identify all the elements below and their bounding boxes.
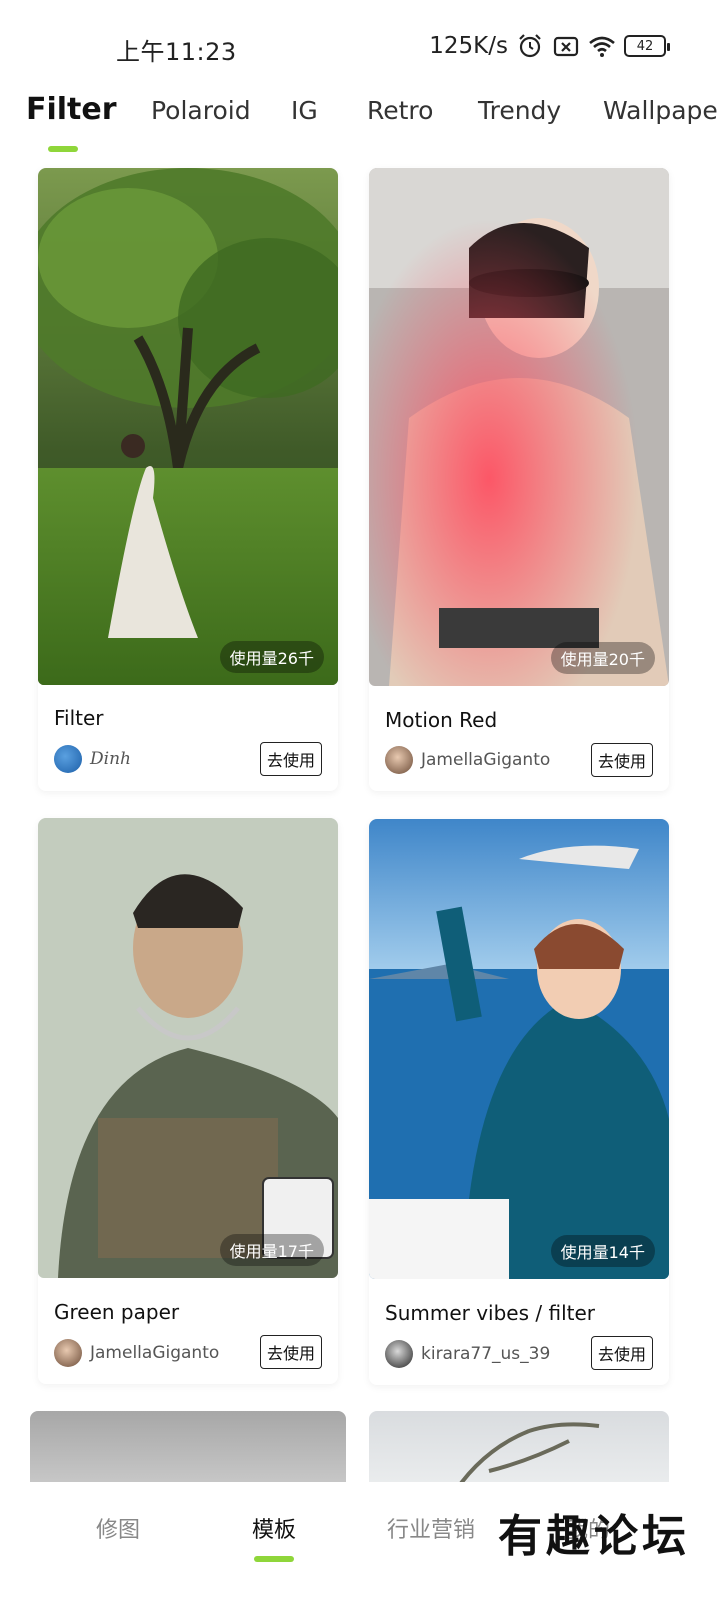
nav-edit[interactable]: 修图 — [96, 1512, 140, 1544]
template-preview-image[interactable]: 使用量17千 — [38, 818, 338, 1278]
category-tabs: Filter Polaroid IG Retro Trendy Wallpape… — [0, 88, 720, 158]
tab-retro[interactable]: Retro — [367, 96, 433, 125]
template-title: Summer vibes / filter — [385, 1301, 596, 1325]
tab-filter[interactable]: Filter — [26, 92, 117, 127]
author-name: JamellaGiganto — [421, 750, 551, 770]
template-title: Green paper — [54, 1300, 180, 1324]
template-card[interactable]: 使用量20千 Motion Red JamellaGiganto 去使用 — [369, 168, 669, 791]
park-photo — [38, 168, 338, 685]
avatar — [54, 745, 82, 773]
active-nav-indicator — [254, 1556, 294, 1562]
network-speed: 125K/s — [429, 33, 508, 59]
usage-badge: 使用量14千 — [550, 1235, 655, 1267]
template-title: Motion Red — [385, 708, 498, 732]
author-name: kirara77_us_39 — [421, 1344, 551, 1364]
watermark-text: 有趣论坛 — [498, 1511, 690, 1562]
status-icons: 125K/s 42 — [429, 32, 670, 60]
template-preview-image[interactable]: 使用量14千 — [369, 819, 669, 1279]
author-name: Dinh — [90, 749, 131, 769]
template-card[interactable]: 使用量26千 Filter Dinh 去使用 — [38, 168, 338, 791]
tab-wallpaper[interactable]: Wallpaper — [603, 96, 720, 125]
usage-badge: 使用量20千 — [550, 642, 655, 674]
use-template-button[interactable]: 去使用 — [259, 742, 322, 776]
usage-badge: 使用量26千 — [219, 641, 324, 673]
nav-templates[interactable]: 模板 — [252, 1512, 296, 1544]
use-template-button[interactable]: 去使用 — [590, 743, 653, 777]
sim-off-icon — [553, 36, 579, 57]
portrait-photo — [38, 818, 338, 1278]
tab-ig[interactable]: IG — [291, 96, 318, 125]
template-preview-image[interactable]: 使用量20千 — [369, 168, 669, 686]
template-preview-image[interactable]: 使用量26千 — [38, 168, 338, 685]
avatar — [385, 746, 413, 774]
avatar — [54, 1339, 82, 1367]
use-template-button[interactable]: 去使用 — [590, 1336, 653, 1370]
status-time: 上午11:23 — [116, 38, 237, 66]
active-tab-indicator — [48, 146, 78, 152]
usage-badge: 使用量17千 — [219, 1234, 324, 1266]
selfie-photo — [369, 168, 669, 686]
use-template-button[interactable]: 去使用 — [259, 1335, 322, 1369]
template-title: Filter — [54, 706, 104, 730]
template-card[interactable]: 使用量17千 Green paper JamellaGiganto 去使用 — [38, 818, 338, 1384]
seaside-photo — [369, 819, 669, 1279]
battery-icon: 42 — [624, 35, 670, 57]
template-card[interactable]: 使用量14千 Summer vibes / filter kirara77_us… — [369, 819, 669, 1385]
author-name: JamellaGiganto — [90, 1343, 220, 1363]
nav-marketing[interactable]: 行业营销 — [387, 1512, 475, 1544]
wifi-icon — [589, 36, 615, 57]
battery-level: 42 — [636, 38, 654, 54]
status-bar: 上午11:23 125K/s 42 — [0, 0, 720, 92]
tab-trendy[interactable]: Trendy — [478, 96, 561, 125]
tab-polaroid[interactable]: Polaroid — [151, 96, 251, 125]
avatar — [385, 1340, 413, 1368]
alarm-icon — [519, 34, 541, 58]
